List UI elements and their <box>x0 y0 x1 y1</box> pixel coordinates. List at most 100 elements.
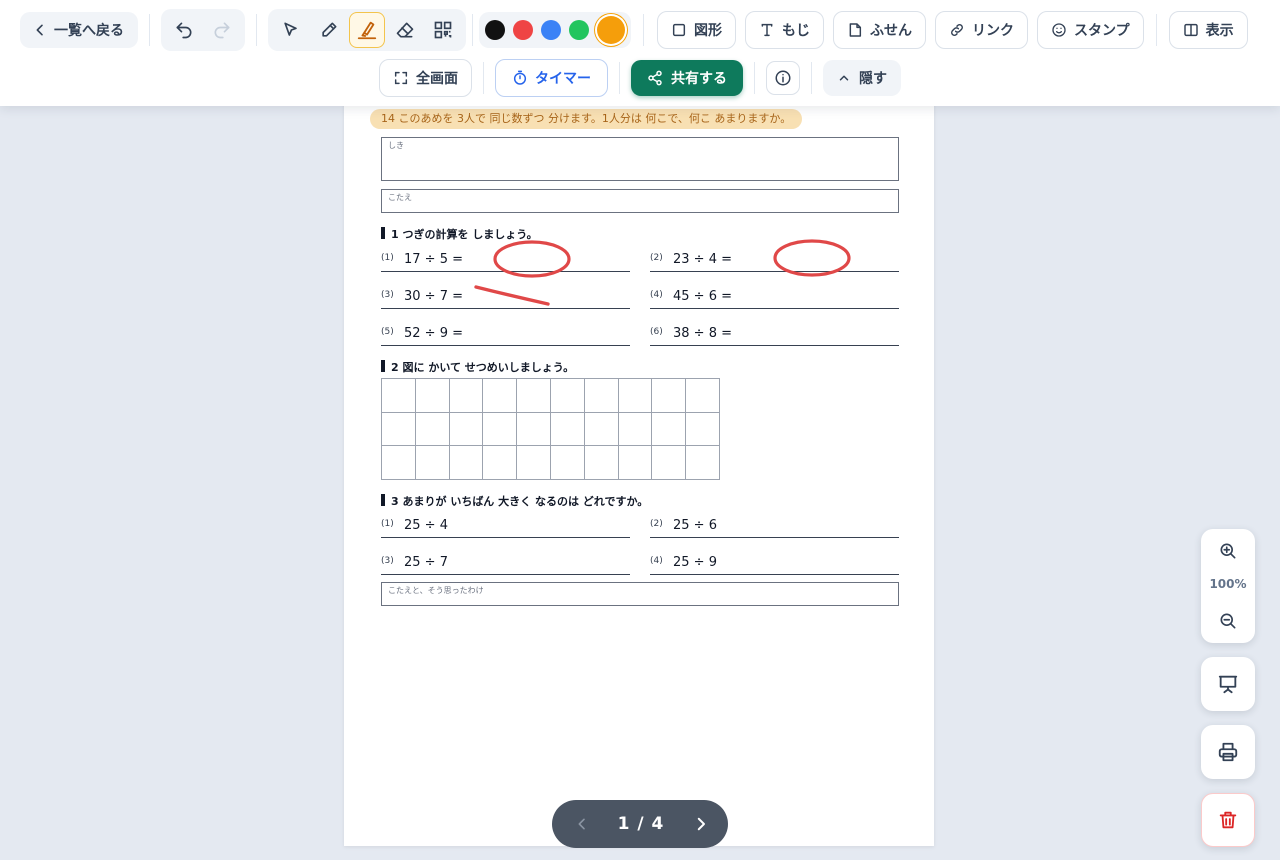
grid-cell[interactable] <box>652 446 687 480</box>
pen-tool-button[interactable] <box>311 12 347 48</box>
problem-number: (3) <box>381 290 394 300</box>
shape-button[interactable]: 図形 <box>657 11 736 49</box>
fullscreen-button[interactable]: 全画面 <box>379 59 472 97</box>
reason-answer-box[interactable]: こたえと、そう思ったわけ <box>381 582 899 606</box>
text-button[interactable]: もじ <box>745 11 824 49</box>
grid-cell[interactable] <box>550 446 585 480</box>
grid-cell[interactable] <box>652 379 687 413</box>
zoom-out-button[interactable] <box>1212 605 1244 637</box>
undo-button[interactable] <box>166 12 202 48</box>
grid-cell[interactable] <box>686 412 720 447</box>
grid-cell[interactable] <box>449 446 484 480</box>
highlighter-tool-button[interactable] <box>349 12 385 48</box>
drawing-grid[interactable] <box>381 378 720 480</box>
problem-row[interactable]: (3) 25 ÷ 7 <box>381 551 630 575</box>
grid-cell[interactable] <box>415 446 450 480</box>
drawing-tools-group <box>268 9 466 51</box>
previous-page-button[interactable] <box>574 816 590 832</box>
grid-cell[interactable] <box>382 379 416 413</box>
color-palette <box>479 12 631 48</box>
grid-cell[interactable] <box>483 412 518 447</box>
grid-cell[interactable] <box>550 379 585 413</box>
smiley-icon <box>1052 23 1066 37</box>
grid-cell[interactable] <box>415 412 450 447</box>
section-2-heading: 2 図に かいて せつめいしましょう。 <box>381 359 574 375</box>
section-3-heading: 3 あまりが いちばん 大きく なるのは どれですか。 <box>381 493 648 509</box>
problem-row[interactable]: (1) 25 ÷ 4 <box>381 514 630 538</box>
grid-cell[interactable] <box>517 379 551 413</box>
grid-cell[interactable] <box>550 412 585 447</box>
grid-cell[interactable] <box>517 412 551 447</box>
color-swatch-black[interactable] <box>485 20 505 40</box>
print-button[interactable] <box>1201 725 1255 779</box>
grid-cell[interactable] <box>483 446 518 480</box>
section-marker <box>381 360 385 372</box>
worksheet-page[interactable]: 14 このあめを 3人で 同じ数ずつ 分けます。1人分は 何こで、何こ あまりま… <box>344 96 934 846</box>
color-swatch-blue[interactable] <box>541 20 561 40</box>
share-button[interactable]: 共有する <box>631 60 743 96</box>
qr-code-icon <box>434 21 452 39</box>
delete-button[interactable] <box>1201 793 1255 847</box>
grid-cell[interactable] <box>584 412 619 447</box>
toolbar-divider <box>811 62 812 94</box>
grid-cell[interactable] <box>382 412 416 447</box>
grid-cell[interactable] <box>652 412 687 447</box>
info-button[interactable] <box>766 61 800 95</box>
qr-code-button[interactable] <box>425 12 461 48</box>
problem-number: (4) <box>650 290 663 300</box>
formula-answer-box[interactable]: しき <box>381 137 899 181</box>
link-button[interactable]: リンク <box>935 11 1028 49</box>
problem-expression: 25 ÷ 7 <box>404 555 448 570</box>
problem-row[interactable]: (2) 25 ÷ 6 <box>650 514 899 538</box>
share-icon <box>648 70 662 86</box>
problem-row[interactable]: (1) 17 ÷ 5 = <box>381 248 630 272</box>
grid-cell[interactable] <box>382 446 416 480</box>
problem-row[interactable]: (2) 23 ÷ 4 = <box>650 248 899 272</box>
problem-row[interactable]: (5) 52 ÷ 9 = <box>381 322 630 346</box>
next-page-button[interactable] <box>692 815 710 833</box>
answer-box-label: こたえ <box>388 193 412 202</box>
grid-cell[interactable] <box>449 412 484 447</box>
grid-cell[interactable] <box>415 379 450 413</box>
grid-cell[interactable] <box>584 446 619 480</box>
color-swatch-orange[interactable] <box>597 16 625 44</box>
problem-row[interactable]: (6) 38 ÷ 8 = <box>650 322 899 346</box>
grid-cell[interactable] <box>686 446 720 480</box>
back-to-list-button[interactable]: 一覧へ戻る <box>20 12 138 48</box>
grid-cell[interactable] <box>618 446 653 480</box>
page-separator: / <box>637 814 645 834</box>
grid-cell[interactable] <box>584 379 619 413</box>
grid-cell[interactable] <box>618 412 653 447</box>
problem-row[interactable]: (4) 25 ÷ 9 <box>650 551 899 575</box>
timer-button[interactable]: タイマー <box>495 59 608 97</box>
grid-cell[interactable] <box>686 379 720 413</box>
color-swatch-green[interactable] <box>569 20 589 40</box>
grid-cell[interactable] <box>517 446 551 480</box>
problem-row[interactable]: (3) 30 ÷ 7 = <box>381 285 630 309</box>
grid-cell[interactable] <box>449 379 484 413</box>
cursor-arrow-icon <box>284 22 297 36</box>
view-button[interactable]: 表示 <box>1168 11 1248 49</box>
grid-cell[interactable] <box>618 379 653 413</box>
color-swatch-red[interactable] <box>513 20 533 40</box>
hide-toolbar-button[interactable]: 隠す <box>823 60 901 96</box>
stamp-label: スタンプ <box>1074 23 1130 39</box>
problem-number: (5) <box>381 327 394 337</box>
grid-cell[interactable] <box>483 379 518 413</box>
redo-button[interactable] <box>204 12 240 48</box>
toolbar-divider <box>619 62 620 94</box>
toolbar-divider <box>754 62 755 94</box>
eraser-tool-button[interactable] <box>387 12 423 48</box>
problem-row[interactable]: (4) 45 ÷ 6 = <box>650 285 899 309</box>
printer-icon <box>1218 742 1238 762</box>
presentation-button[interactable] <box>1201 657 1255 711</box>
chevron-left-icon <box>578 818 585 830</box>
sticky-note-button[interactable]: ふせん <box>833 11 926 49</box>
select-tool-button[interactable] <box>273 12 309 48</box>
problem-number: (6) <box>650 327 663 337</box>
zoom-in-button[interactable] <box>1212 535 1244 567</box>
section-1-heading: 1 つぎの計算を しましょう。 <box>381 226 538 242</box>
zoom-out-icon <box>1220 613 1236 629</box>
stamp-button[interactable]: スタンプ <box>1037 11 1144 49</box>
answer-box[interactable]: こたえ <box>381 189 899 213</box>
